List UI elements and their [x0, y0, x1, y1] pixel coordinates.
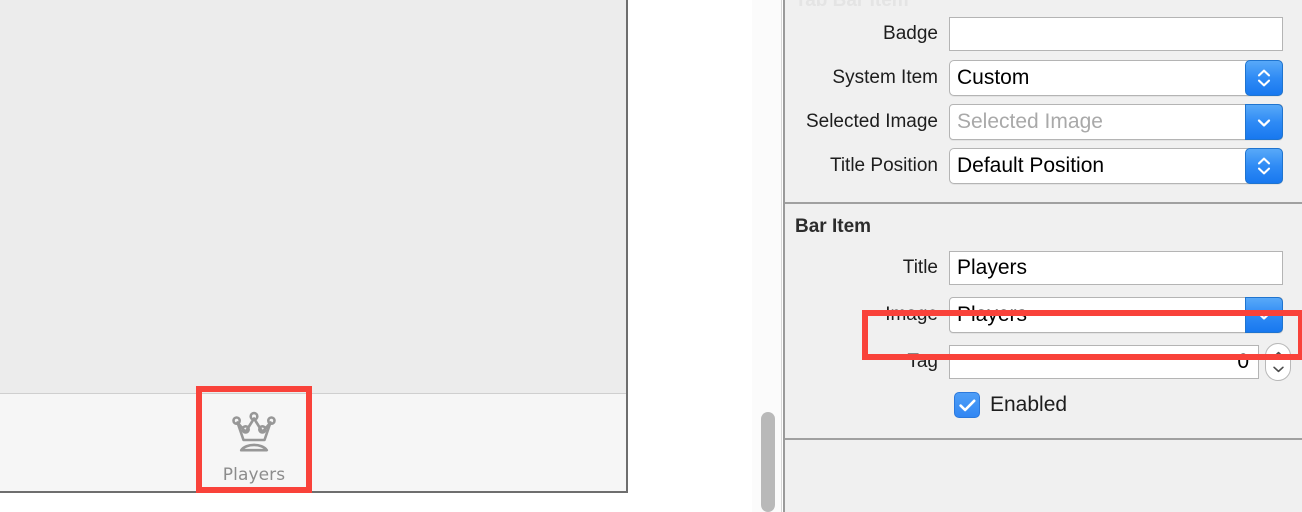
stepper-up-icon — [1272, 351, 1284, 358]
checkmark-icon — [958, 399, 975, 411]
title-position-popup-arrow[interactable] — [1245, 148, 1283, 184]
label-title-position: Title Position — [829, 155, 938, 176]
label-title: Title — [902, 257, 938, 278]
chevron-down-icon — [1257, 311, 1271, 320]
chevron-down-icon — [1257, 118, 1271, 127]
label-system-item: System Item — [832, 67, 938, 88]
section-tab-bar-item: Tab Bar Item Badge System Item Custom Se… — [785, 0, 1302, 202]
system-item-popup-arrow[interactable] — [1245, 60, 1283, 96]
label-image: Image — [885, 304, 938, 325]
row-title: Title Players — [785, 246, 1302, 290]
section-title-bar-item: Bar Item — [795, 216, 872, 237]
xcode-interface-builder-screenshot: Players Tab Bar Item Badge System Item C… — [0, 0, 1302, 512]
enabled-label: Enabled — [990, 393, 1068, 416]
label-selected-image: Selected Image — [805, 111, 938, 132]
tab-bar-item-players[interactable]: Players — [199, 396, 309, 489]
chevron-down-icon — [1257, 167, 1271, 175]
row-selected-image: Selected Image Selected Image — [785, 100, 1302, 144]
enabled-checkbox[interactable] — [954, 392, 980, 418]
row-system-item: System Item Custom — [785, 56, 1302, 100]
attributes-inspector-panel: Tab Bar Item Badge System Item Custom Se… — [783, 0, 1302, 512]
inspector-scrollbar-thumb[interactable] — [761, 412, 775, 512]
row-tag: Tag 0 — [785, 340, 1302, 384]
inspector-scrollbar-track[interactable] — [752, 0, 782, 512]
system-item-popup-button[interactable]: Custom — [949, 60, 1283, 96]
row-title-position: Title Position Default Position — [785, 144, 1302, 188]
image-value: Players — [957, 303, 1028, 326]
view-controller-content-area[interactable] — [0, 0, 626, 393]
crown-icon — [228, 410, 280, 458]
tag-stepper[interactable] — [1265, 343, 1291, 381]
section-title-tab-bar-item: Tab Bar Item — [795, 0, 909, 11]
image-dropdown-arrow[interactable] — [1245, 297, 1283, 333]
title-position-value: Default Position — [957, 154, 1105, 177]
section-next — [785, 440, 1302, 484]
tab-bar[interactable]: Players — [0, 393, 626, 491]
tag-input[interactable]: 0 — [949, 345, 1259, 379]
selected-image-combo-box[interactable]: Selected Image — [949, 104, 1283, 140]
chevron-down-icon — [1257, 79, 1271, 87]
title-position-popup-button[interactable]: Default Position — [949, 148, 1283, 184]
badge-input[interactable] — [949, 17, 1283, 51]
image-combo-box[interactable]: Players — [949, 297, 1283, 333]
row-badge: Badge — [785, 12, 1302, 56]
row-enabled[interactable]: Enabled — [785, 384, 1302, 426]
label-tag: Tag — [907, 351, 938, 372]
stepper-down-icon — [1272, 366, 1284, 373]
storyboard-canvas[interactable]: Players — [0, 0, 628, 493]
chevron-up-icon — [1257, 157, 1271, 165]
label-badge: Badge — [883, 23, 938, 44]
system-item-value: Custom — [957, 66, 1030, 89]
title-input[interactable]: Players — [949, 251, 1283, 285]
chevron-up-icon — [1257, 69, 1271, 77]
selected-image-dropdown-arrow[interactable] — [1245, 104, 1283, 140]
tab-bar-item-label: Players — [222, 465, 286, 485]
editor-backdrop — [630, 0, 752, 512]
row-image: Image Players — [785, 290, 1302, 340]
section-bar-item: Bar Item Title Players Image Players Tag… — [785, 204, 1302, 438]
selected-image-placeholder: Selected Image — [957, 110, 1103, 133]
